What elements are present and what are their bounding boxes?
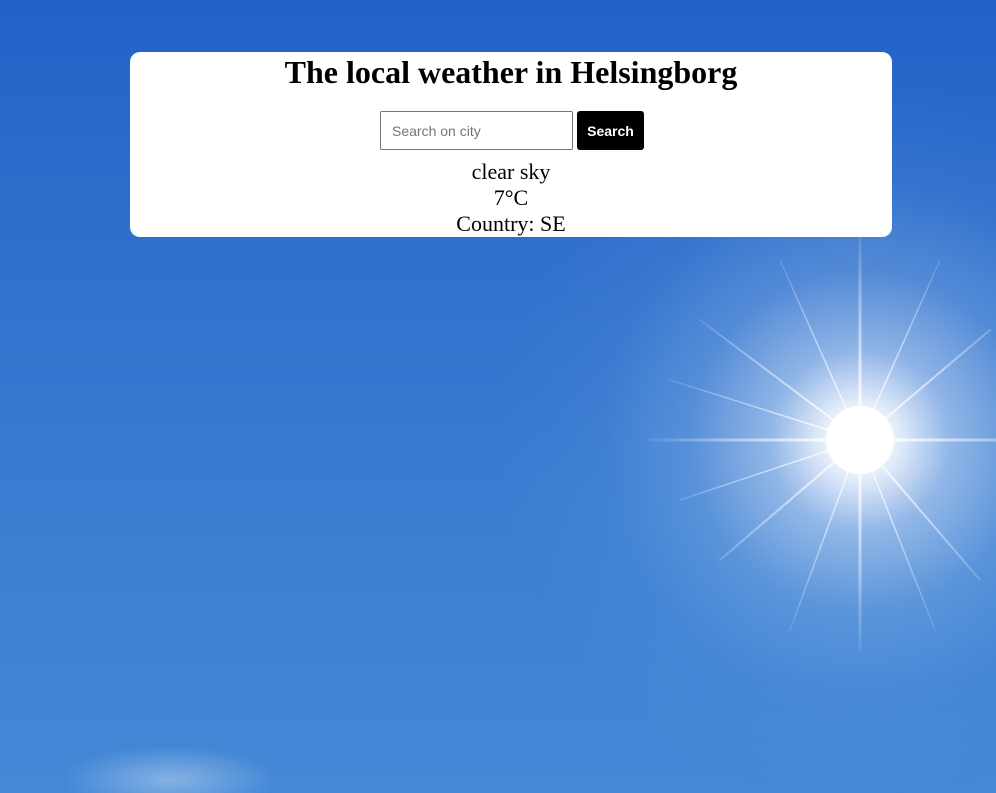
search-form: Search [130, 111, 892, 150]
background-cloud [60, 745, 280, 793]
city-search-input[interactable] [380, 111, 573, 150]
temperature-value: 7°C [493, 185, 529, 210]
country-label: Country: SE [456, 211, 566, 236]
page-title: The local weather in Helsingborg [284, 54, 738, 90]
weather-description: clear sky [471, 159, 551, 184]
weather-info: clear sky 7°C Country: SE [130, 159, 892, 237]
search-button[interactable]: Search [577, 111, 644, 150]
weather-card: The local weather in Helsingborg Search … [130, 52, 892, 237]
weather-page: { "page": { "title": "The local weather … [0, 0, 996, 793]
